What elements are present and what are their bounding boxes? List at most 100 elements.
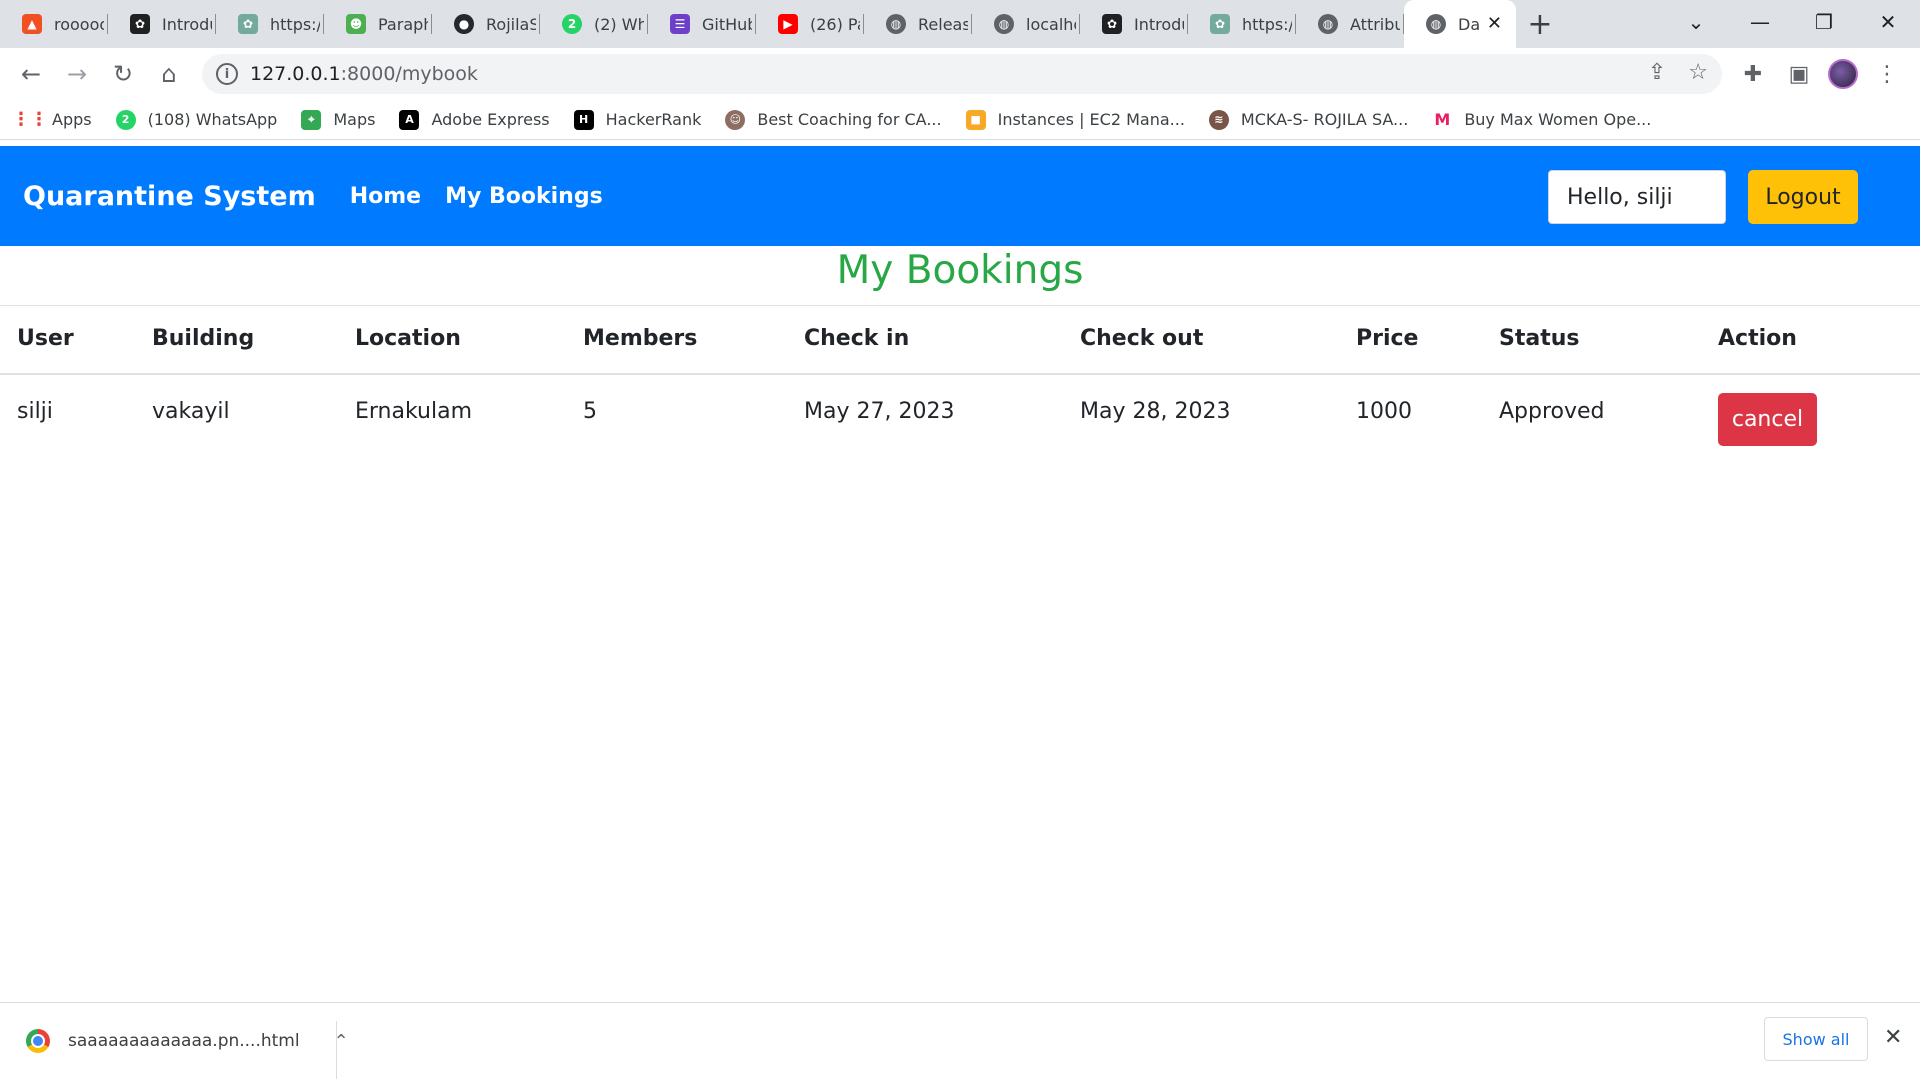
list-icon: ☰ — [670, 14, 690, 34]
bookmarks-bar: ⋮⋮ Apps 2 (108) WhatsApp ⌖ Maps A Adobe Expr… — [0, 100, 1920, 140]
bookmark-label: (108) WhatsApp — [147, 110, 278, 129]
bookmark-whatsapp[interactable]: 2 (108) WhatsApp — [115, 109, 278, 130]
whatsapp-icon: 2 — [115, 109, 136, 130]
bookmark-coaching[interactable]: ☺ Best Coaching for CA... — [725, 109, 942, 130]
bookings-table: User Building Location Members Check in … — [0, 306, 1920, 447]
url-host: 127.0.0.1 — [250, 63, 341, 85]
extensions-icon[interactable]: ✚ — [1736, 57, 1770, 91]
tab-label: Introdu — [162, 14, 212, 34]
bookmark-star-icon[interactable]: ☆ — [1688, 60, 1708, 85]
column-header-check-out: Check out — [1063, 306, 1339, 375]
close-icon[interactable]: ✕ — [1884, 1025, 1902, 1050]
new-tab-button[interactable]: + — [1516, 0, 1564, 48]
cancel-booking-button[interactable]: cancel — [1718, 393, 1817, 446]
download-item[interactable]: saaaaaaaaaaaaa.pn....html ⌃ — [26, 1003, 349, 1079]
browser-tab[interactable]: ◍ Attribut — [1296, 0, 1404, 48]
column-header-building: Building — [135, 306, 338, 375]
browser-tab[interactable]: ● RojilaS/ — [432, 0, 540, 48]
brand-logo[interactable]: Quarantine System — [23, 181, 316, 212]
globe-icon: ◍ — [994, 14, 1014, 34]
tab-label: https:// — [1242, 14, 1292, 34]
address-bar[interactable]: i 127.0.0.1:8000/mybook ⇪ ☆ — [202, 54, 1722, 94]
maps-icon: ⌖ — [301, 109, 322, 130]
tab-label: localho — [1026, 14, 1076, 34]
chrome-icon — [26, 1029, 50, 1053]
forward-icon[interactable]: → — [54, 54, 100, 94]
bookmark-label: Best Coaching for CA... — [757, 110, 942, 129]
youtube-icon: ▶ — [778, 14, 798, 34]
openai-icon: ✿ — [130, 14, 150, 34]
globe-icon: ◍ — [1426, 14, 1446, 34]
avatar-icon: ☺ — [725, 109, 746, 130]
bookmark-maps[interactable]: ⌖ Maps — [301, 109, 376, 130]
tab-label: Introdu — [1134, 14, 1184, 34]
toolbar-right: ✚ ▣ ⋮ — [1736, 57, 1904, 91]
column-header-action: Action — [1701, 306, 1920, 375]
myntra-icon: M — [1434, 110, 1451, 129]
omnibox-actions: ⇪ ☆ — [1648, 60, 1708, 85]
url-path: :8000/mybook — [340, 63, 478, 85]
cell-check-out: May 28, 2023 — [1080, 398, 1231, 424]
profile-avatar[interactable] — [1828, 59, 1858, 89]
browser-tab[interactable]: ✿ https:// — [216, 0, 324, 48]
home-icon[interactable]: ⌂ — [146, 54, 192, 94]
download-divider — [336, 1021, 337, 1079]
bookmark-label: Maps — [333, 110, 376, 129]
cell-members: 5 — [583, 398, 597, 424]
bookmark-apps[interactable]: ⋮⋮ Apps — [12, 109, 92, 130]
restore-icon[interactable]: ❐ — [1792, 0, 1856, 44]
minimize-icon[interactable]: — — [1728, 0, 1792, 44]
browser-tab[interactable]: ✿ Introdu — [108, 0, 216, 48]
bookmark-label: Adobe Express — [431, 110, 550, 129]
browser-tab[interactable]: ◍ localho — [972, 0, 1080, 48]
logout-button[interactable]: Logout — [1748, 170, 1858, 224]
column-header-user: User — [0, 306, 135, 375]
browser-tab[interactable]: ✿ Introdu — [1080, 0, 1188, 48]
bookmark-hackerrank[interactable]: H HackerRank — [573, 109, 701, 130]
show-all-button[interactable]: Show all — [1764, 1017, 1868, 1061]
bookmark-myntra[interactable]: M Buy Max Women Ope... — [1432, 110, 1651, 130]
tab-label: RojilaS/ — [486, 14, 536, 34]
close-tab-icon[interactable]: ✕ — [1487, 13, 1502, 34]
cell-check-in: May 27, 2023 — [804, 398, 955, 424]
menu-dots-icon[interactable]: ⋮ — [1870, 57, 1904, 91]
bookmark-adobe-express[interactable]: A Adobe Express — [399, 109, 550, 130]
browser-tab[interactable]: ▶ (26) Par — [756, 0, 864, 48]
user-greeting: Hello, silji — [1548, 170, 1726, 224]
side-panel-icon[interactable]: ▣ — [1782, 57, 1816, 91]
triangle-app-icon: ▲ — [22, 14, 42, 34]
bookmark-ec2[interactable]: ■ Instances | EC2 Mana... — [965, 109, 1185, 130]
browser-tab[interactable]: ✿ https:// — [1188, 0, 1296, 48]
cell-status: Approved — [1499, 398, 1605, 424]
download-bar: saaaaaaaaaaaaa.pn....html ⌃ Show all ✕ — [0, 1002, 1920, 1080]
browser-tab[interactable]: ☻ Paraphr — [324, 0, 432, 48]
reload-icon[interactable]: ↻ — [100, 54, 146, 94]
github-icon: ● — [454, 14, 474, 34]
cell-location: Ernakulam — [355, 398, 473, 424]
site-info-icon[interactable]: i — [216, 63, 238, 85]
close-window-icon[interactable]: ✕ — [1856, 0, 1920, 44]
openai-icon: ✿ — [1210, 14, 1230, 34]
browser-tab-active[interactable]: ◍ Das ✕ — [1404, 0, 1516, 48]
browser-tab[interactable]: ◍ Release — [864, 0, 972, 48]
cell-building: vakayil — [152, 398, 230, 424]
bookmark-mcka[interactable]: ≋ MCKA-S- ROJILA SA... — [1208, 109, 1408, 130]
tab-label: rooooo — [54, 14, 104, 34]
cell-action: cancel — [1701, 374, 1920, 447]
tab-search-icon[interactable]: ⌄ — [1664, 0, 1728, 44]
cell-price: 1000 — [1356, 398, 1412, 424]
browser-tab[interactable]: ☰ GitHub — [648, 0, 756, 48]
bookmark-label: Instances | EC2 Mana... — [997, 110, 1185, 129]
table-header-row: User Building Location Members Check in … — [0, 306, 1920, 375]
openai-icon: ✿ — [238, 14, 258, 34]
column-header-location: Location — [338, 306, 566, 375]
share-icon[interactable]: ⇪ — [1648, 60, 1666, 85]
browser-tab[interactable]: ▲ rooooo — [0, 0, 108, 48]
back-icon[interactable]: ← — [8, 54, 54, 94]
table-row: silji vakayil Ernakulam 5 May 27, 2023 M… — [0, 374, 1920, 447]
nav-link-my-bookings[interactable]: My Bookings — [445, 184, 603, 209]
browser-tab[interactable]: 2 (2) Wha — [540, 0, 648, 48]
nav-link-home[interactable]: Home — [350, 184, 421, 209]
apps-grid-icon: ⋮⋮ — [12, 109, 48, 130]
globe-icon: ◍ — [886, 14, 906, 34]
